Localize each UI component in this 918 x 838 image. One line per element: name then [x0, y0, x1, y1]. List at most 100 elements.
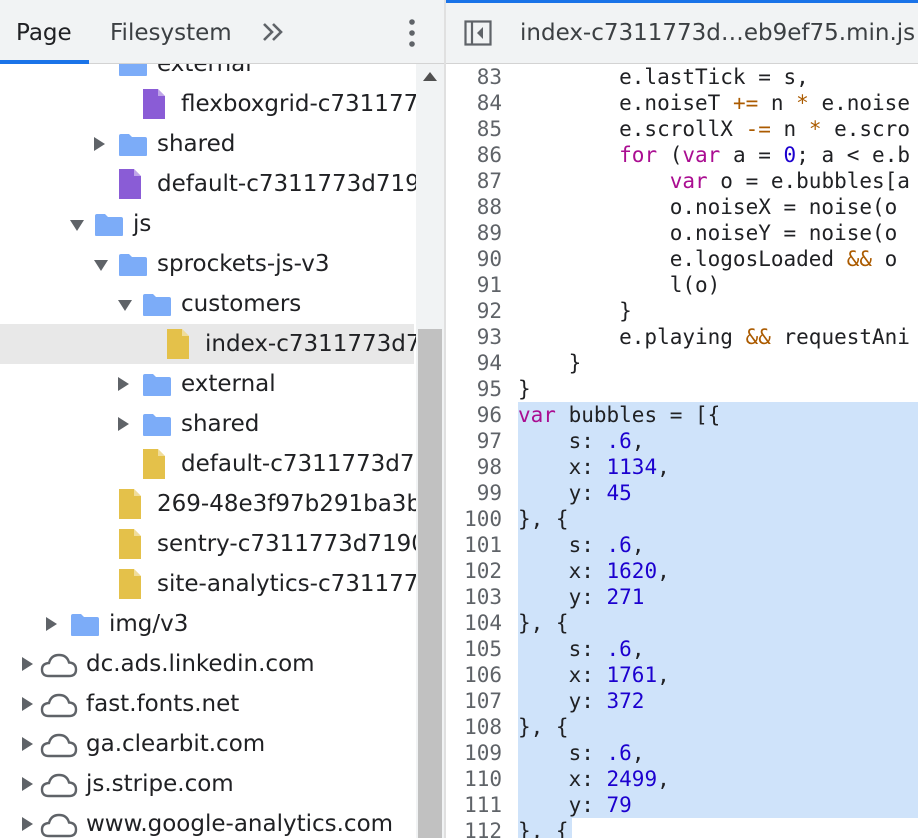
code-line: 102 x: 1620, — [446, 558, 918, 584]
tree-item[interactable]: 269-48e3f97b291ba3bc — [0, 484, 434, 524]
line-number[interactable]: 105 — [446, 636, 502, 662]
tree-scrollbar-thumb[interactable] — [418, 329, 442, 838]
line-number[interactable]: 108 — [446, 714, 502, 740]
line-number[interactable]: 90 — [446, 246, 502, 272]
line-number[interactable]: 109 — [446, 740, 502, 766]
code-line: 104 }, { — [446, 610, 918, 636]
navigator-pane: Page Filesystem external flexboxgrid-c731… — [0, 0, 444, 838]
tree-item[interactable]: site-analytics-c7311773 — [0, 564, 433, 604]
line-number[interactable]: 102 — [446, 558, 502, 584]
css-file-icon — [143, 89, 165, 119]
tree-item-label: www.google-analytics.com — [86, 811, 394, 837]
tab-filesystem[interactable]: Filesystem — [110, 0, 232, 64]
line-number[interactable]: 92 — [446, 298, 502, 324]
line-number[interactable]: 84 — [446, 90, 502, 116]
folder-icon — [119, 254, 147, 276]
css-file-icon — [119, 169, 141, 199]
js-file-icon — [143, 449, 165, 479]
js-file-icon — [119, 529, 141, 559]
line-number[interactable]: 95 — [446, 376, 502, 402]
expand-arrow-right-icon[interactable] — [118, 377, 129, 391]
line-number[interactable]: 100 — [446, 506, 502, 532]
expand-arrow-right-icon[interactable] — [22, 697, 33, 711]
tree-item[interactable]: js — [0, 204, 414, 244]
code-text: }, { — [518, 611, 569, 635]
expand-arrow-right-icon[interactable] — [94, 137, 105, 151]
code-line: 108 }, { — [446, 714, 918, 740]
cloud-icon — [40, 813, 78, 838]
line-number[interactable]: 101 — [446, 532, 502, 558]
js-file-icon — [119, 489, 141, 519]
tree-item[interactable]: flexboxgrid-c7311773 — [0, 84, 433, 124]
cloud-icon — [40, 733, 78, 758]
tree-item[interactable]: customers — [0, 284, 414, 324]
tree-item[interactable]: ga.clearbit.com — [0, 724, 414, 764]
scroll-up-arrow-icon[interactable] — [423, 72, 437, 81]
tree-item[interactable]: dc.ads.linkedin.com — [0, 644, 414, 684]
line-number[interactable]: 88 — [446, 194, 502, 220]
line-number[interactable]: 97 — [446, 428, 502, 454]
expand-arrow-right-icon[interactable] — [46, 617, 57, 631]
line-number[interactable]: 96 — [446, 402, 502, 428]
line-number[interactable]: 107 — [446, 688, 502, 714]
line-number[interactable]: 110 — [446, 766, 502, 792]
line-number[interactable]: 98 — [446, 454, 502, 480]
folder-icon — [71, 614, 99, 636]
line-number[interactable]: 104 — [446, 610, 502, 636]
line-number[interactable]: 86 — [446, 142, 502, 168]
line-number[interactable]: 103 — [446, 584, 502, 610]
expand-arrow-right-icon[interactable] — [118, 417, 129, 431]
code-line: 111 y: 79 — [446, 792, 918, 818]
line-number[interactable]: 87 — [446, 168, 502, 194]
tree-item[interactable]: img/v3 — [0, 604, 414, 644]
tree-item[interactable]: external — [0, 64, 414, 84]
tree-item[interactable]: sprockets-js-v3 — [0, 244, 414, 284]
editor-file-tab[interactable]: index-c7311773d…eb9ef75.min.js — [520, 0, 915, 66]
tree-item[interactable]: external — [0, 364, 414, 404]
tree-item-label: index-c7311773d71 — [205, 331, 436, 357]
tree-item[interactable]: index-c7311773d71 — [0, 324, 435, 364]
tree-item[interactable]: shared — [0, 404, 414, 444]
expand-arrow-right-icon[interactable] — [22, 817, 33, 831]
line-number[interactable]: 89 — [446, 220, 502, 246]
line-number[interactable]: 91 — [446, 272, 502, 298]
tree-item-label: dc.ads.linkedin.com — [86, 651, 315, 677]
code-editor[interactable]: 83 e.lastTick = s, 84 e.noiseT += n * e.n… — [446, 64, 918, 838]
tree-item-label: sentry-c7311773d7190e — [157, 531, 441, 557]
line-number[interactable]: 112 — [446, 818, 502, 838]
expand-arrow-right-icon[interactable] — [22, 777, 33, 791]
sidebar-toggle-icon[interactable] — [464, 20, 492, 46]
line-number[interactable]: 85 — [446, 116, 502, 142]
code-text: var bubbles = [{ — [518, 403, 721, 427]
line-number[interactable]: 83 — [446, 64, 502, 90]
line-number[interactable]: 111 — [446, 792, 502, 818]
js-file-icon — [167, 329, 189, 359]
code-line: 91 l(o) — [446, 272, 918, 298]
tree-item[interactable]: js.stripe.com — [0, 764, 414, 804]
tab-page[interactable]: Page — [16, 0, 72, 64]
tree-item[interactable]: www.google-analytics.com — [0, 804, 414, 838]
tree-item[interactable]: sentry-c7311773d7190e — [0, 524, 440, 564]
code-line: 96 var bubbles = [{ — [446, 402, 918, 428]
tree-item[interactable]: default-c7311773d7190 — [0, 164, 434, 204]
expand-arrow-down-icon[interactable] — [70, 220, 84, 231]
code-line: 98 x: 1134, — [446, 454, 918, 480]
expand-arrow-down-icon[interactable] — [118, 300, 132, 311]
code-line: 88 o.noiseX = noise(o — [446, 194, 918, 220]
expand-arrow-right-icon[interactable] — [22, 657, 33, 671]
expand-arrow-down-icon[interactable] — [94, 260, 108, 271]
line-number[interactable]: 99 — [446, 480, 502, 506]
line-number[interactable]: 94 — [446, 350, 502, 376]
kebab-menu-icon[interactable] — [404, 18, 420, 48]
tree-item[interactable]: default-c7311773d71 — [0, 444, 429, 484]
tree-item[interactable]: fast.fonts.net — [0, 684, 414, 724]
line-number[interactable]: 93 — [446, 324, 502, 350]
code-line: 86 for (var a = 0; a < e.b — [446, 142, 918, 168]
tree-item[interactable]: shared — [0, 124, 414, 164]
code-line: 101 s: .6, — [446, 532, 918, 558]
code-text: }, { — [518, 715, 569, 739]
line-number[interactable]: 106 — [446, 662, 502, 688]
double-chevron-right-icon[interactable] — [262, 20, 284, 44]
selection-highlight — [518, 610, 918, 636]
expand-arrow-right-icon[interactable] — [22, 737, 33, 751]
